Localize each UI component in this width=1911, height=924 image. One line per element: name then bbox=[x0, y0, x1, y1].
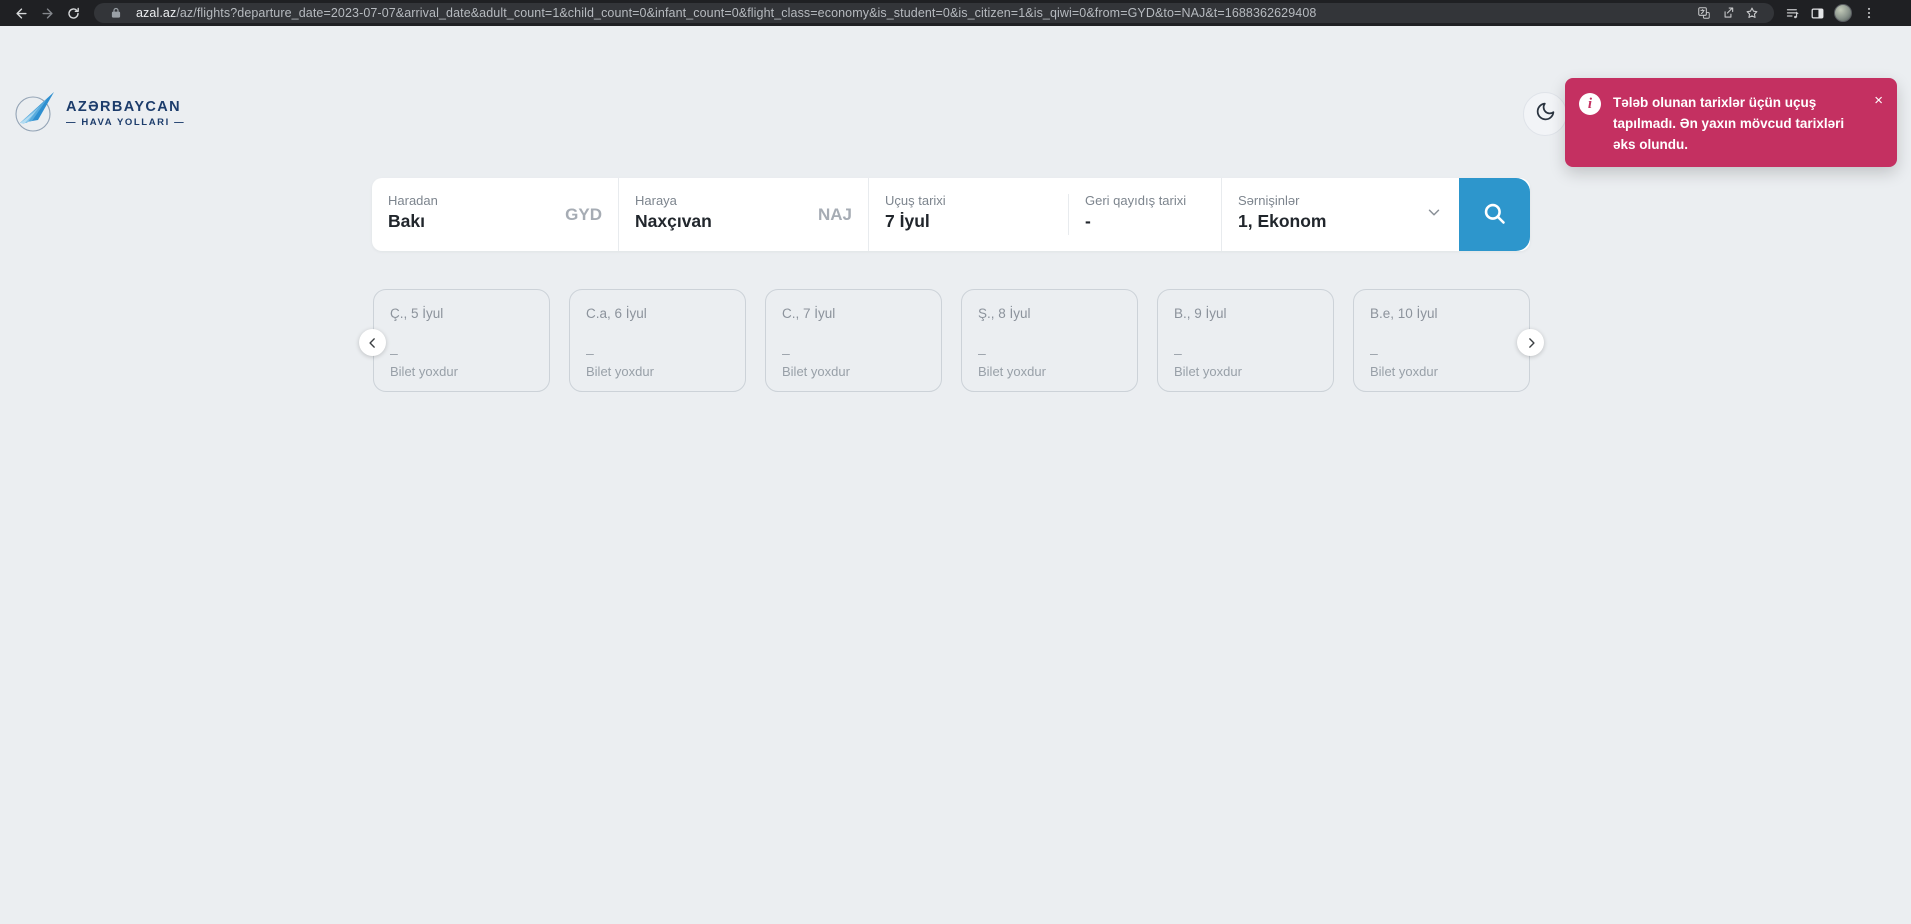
date-card-note: Bilet yoxdur bbox=[1174, 364, 1317, 379]
date-card-day: B.e, 10 İyul bbox=[1370, 306, 1513, 321]
passengers-value: 1, Ekonom bbox=[1238, 211, 1443, 232]
dark-mode-toggle[interactable] bbox=[1523, 92, 1567, 136]
date-card[interactable]: C.a, 6 İyul – Bilet yoxdur bbox=[569, 289, 746, 392]
info-icon: i bbox=[1579, 93, 1601, 115]
translate-icon[interactable] bbox=[1692, 3, 1716, 23]
departure-date-value: 7 İyul bbox=[885, 211, 1053, 232]
date-card[interactable]: Ş., 8 İyul – Bilet yoxdur bbox=[961, 289, 1138, 392]
destination-airport-code: NAJ bbox=[818, 205, 852, 225]
toast-notification: i Tələb olunan tarixlər üçün uçuş tapılm… bbox=[1565, 78, 1897, 167]
date-card-price: – bbox=[782, 346, 925, 360]
toolbar-right-icons bbox=[1780, 2, 1881, 24]
date-card-day: Ş., 8 İyul bbox=[978, 306, 1121, 321]
destination-field[interactable]: Haraya Naxçıvan NAJ bbox=[619, 178, 869, 251]
date-card-note: Bilet yoxdur bbox=[390, 364, 533, 379]
browser-toolbar: azal.az/az/flights?departure_date=2023-0… bbox=[0, 0, 1911, 26]
search-icon bbox=[1481, 200, 1508, 230]
return-date-field[interactable]: Geri qayıdış tarixi - bbox=[1069, 178, 1222, 251]
reload-icon[interactable] bbox=[60, 2, 86, 24]
date-card-day: C.a, 6 İyul bbox=[586, 306, 729, 321]
departure-date-field[interactable]: Uçuş tarixi 7 İyul bbox=[869, 178, 1069, 251]
logo-airline-name: AZƏRBAYCAN bbox=[66, 99, 185, 115]
flight-search-form: Haradan Bakı GYD Haraya Naxçıvan NAJ Uçu… bbox=[372, 178, 1530, 251]
date-card[interactable]: Ç., 5 İyul – Bilet yoxdur bbox=[373, 289, 550, 392]
origin-airport-code: GYD bbox=[565, 205, 602, 225]
url-path: /az/flights?departure_date=2023-07-07&ar… bbox=[176, 6, 1316, 20]
carousel-prev-button[interactable] bbox=[359, 329, 386, 356]
toast-message: Tələb olunan tarixlər üçün uçuş tapılmad… bbox=[1613, 92, 1883, 155]
url-domain: azal.az bbox=[136, 6, 176, 20]
share-icon[interactable] bbox=[1716, 3, 1740, 23]
return-date-label: Geri qayıdış tarixi bbox=[1085, 193, 1205, 208]
side-panel-icon[interactable] bbox=[1805, 2, 1830, 24]
moon-icon bbox=[1535, 101, 1556, 127]
chevron-left-icon bbox=[366, 336, 380, 350]
date-card-note: Bilet yoxdur bbox=[586, 364, 729, 379]
chevron-down-icon bbox=[1425, 203, 1443, 226]
date-card[interactable]: C., 7 İyul – Bilet yoxdur bbox=[765, 289, 942, 392]
date-card-note: Bilet yoxdur bbox=[782, 364, 925, 379]
date-card-price: – bbox=[1370, 346, 1513, 360]
bookmark-star-icon[interactable] bbox=[1740, 3, 1764, 23]
browser-menu-icon[interactable] bbox=[1856, 2, 1881, 24]
logo-airline-subtitle: — HAVA YOLLARI — bbox=[66, 117, 185, 128]
flight-search-page: AZƏRBAYCAN — HAVA YOLLARI — i Tələb olun… bbox=[0, 26, 1911, 924]
date-card-day: C., 7 İyul bbox=[782, 306, 925, 321]
forward-icon[interactable] bbox=[34, 2, 60, 24]
date-card-note: Bilet yoxdur bbox=[1370, 364, 1513, 379]
date-card-price: – bbox=[1174, 346, 1317, 360]
date-card-price: – bbox=[390, 346, 533, 360]
azal-logo-icon bbox=[10, 86, 60, 141]
toast-close-button[interactable]: × bbox=[1874, 93, 1883, 108]
date-card-day: B., 9 İyul bbox=[1174, 306, 1317, 321]
date-card[interactable]: B., 9 İyul – Bilet yoxdur bbox=[1157, 289, 1334, 392]
azal-logo[interactable]: AZƏRBAYCAN — HAVA YOLLARI — bbox=[10, 86, 185, 141]
profile-avatar[interactable] bbox=[1834, 4, 1852, 22]
date-card-note: Bilet yoxdur bbox=[978, 364, 1121, 379]
chevron-right-icon bbox=[1524, 336, 1538, 350]
address-bar[interactable]: azal.az/az/flights?departure_date=2023-0… bbox=[94, 3, 1774, 23]
carousel-next-button[interactable] bbox=[1517, 329, 1544, 356]
logo-text: AZƏRBAYCAN — HAVA YOLLARI — bbox=[66, 99, 185, 128]
back-icon[interactable] bbox=[8, 2, 34, 24]
search-button[interactable] bbox=[1459, 178, 1530, 251]
date-card-price: – bbox=[978, 346, 1121, 360]
passengers-class-field[interactable]: Sərnişinlər 1, Ekonom bbox=[1222, 178, 1459, 251]
return-date-value: - bbox=[1085, 211, 1205, 232]
date-card-day: Ç., 5 İyul bbox=[390, 306, 533, 321]
url-text: azal.az/az/flights?departure_date=2023-0… bbox=[136, 6, 1692, 20]
lock-icon[interactable] bbox=[104, 3, 128, 23]
date-cards-row: Ç., 5 İyul – Bilet yoxdur C.a, 6 İyul – … bbox=[373, 289, 1530, 392]
media-controls-icon[interactable] bbox=[1780, 2, 1805, 24]
departure-date-label: Uçuş tarixi bbox=[885, 193, 1053, 208]
date-card[interactable]: B.e, 10 İyul – Bilet yoxdur bbox=[1353, 289, 1530, 392]
origin-field[interactable]: Haradan Bakı GYD bbox=[372, 178, 619, 251]
passengers-label: Sərnişinlər bbox=[1238, 193, 1443, 208]
date-card-price: – bbox=[586, 346, 729, 360]
